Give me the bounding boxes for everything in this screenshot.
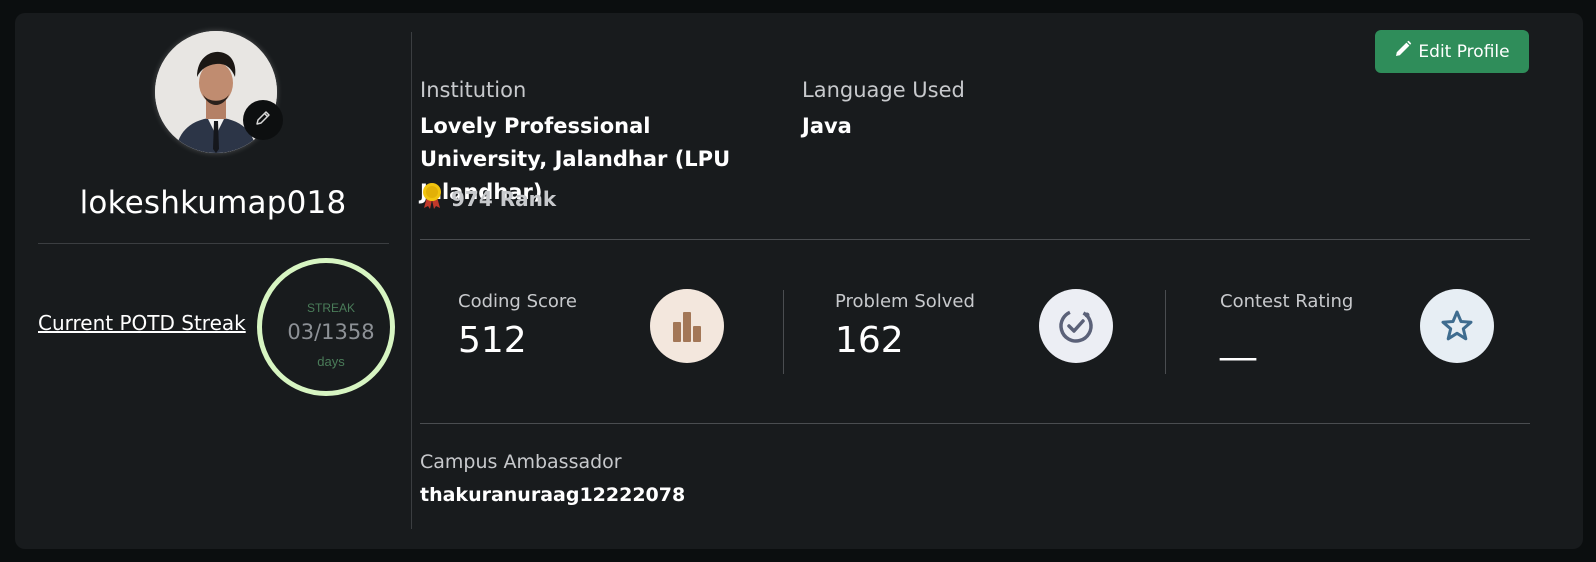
- contest-rating-label: Contest Rating: [1220, 291, 1354, 312]
- username: lokeshkumap018: [79, 185, 347, 221]
- problem-solved-label: Problem Solved: [835, 291, 975, 312]
- stat-separator: [1165, 290, 1166, 374]
- edit-profile-label: Edit Profile: [1418, 41, 1510, 62]
- divider: [420, 239, 1530, 240]
- medal-icon: [421, 182, 443, 215]
- potd-streak-link[interactable]: Current POTD Streak: [38, 311, 246, 335]
- rank-text: 974 Rank: [451, 186, 557, 211]
- campus-ambassador-value: thakuranuraag12222078: [420, 484, 686, 506]
- pencil-icon: [254, 109, 272, 132]
- contest-rating-value: __: [1220, 320, 1256, 361]
- bar-chart-icon: [650, 289, 724, 363]
- profile-card: lokeshkumap018 Current POTD Streak STREA…: [15, 13, 1583, 549]
- stat-separator: [783, 290, 784, 374]
- profile-sidebar: lokeshkumap018 Current POTD Streak STREA…: [15, 13, 410, 549]
- campus-ambassador-label: Campus Ambassador: [420, 451, 622, 473]
- edit-avatar-button[interactable]: [243, 100, 283, 140]
- problem-solved-value: 162: [835, 320, 904, 361]
- streak-days-label: days: [317, 354, 345, 369]
- divider: [38, 243, 389, 244]
- vertical-divider: [411, 32, 412, 529]
- rank: 974 Rank: [421, 182, 556, 215]
- streak-value: 03/1358: [287, 320, 375, 344]
- language-label: Language Used: [802, 78, 965, 102]
- language-value: Java: [802, 114, 852, 138]
- streak-ring: STREAK 03/1358 days: [257, 258, 395, 396]
- divider: [420, 423, 1530, 424]
- streak-label: STREAK: [306, 301, 355, 315]
- coding-score-label: Coding Score: [458, 291, 577, 312]
- pencil-icon: [1394, 40, 1412, 63]
- check-circle-icon: [1039, 289, 1113, 363]
- star-icon: [1420, 289, 1494, 363]
- edit-profile-button[interactable]: Edit Profile: [1375, 30, 1529, 73]
- coding-score-value: 512: [458, 320, 527, 361]
- institution-label: Institution: [420, 78, 527, 102]
